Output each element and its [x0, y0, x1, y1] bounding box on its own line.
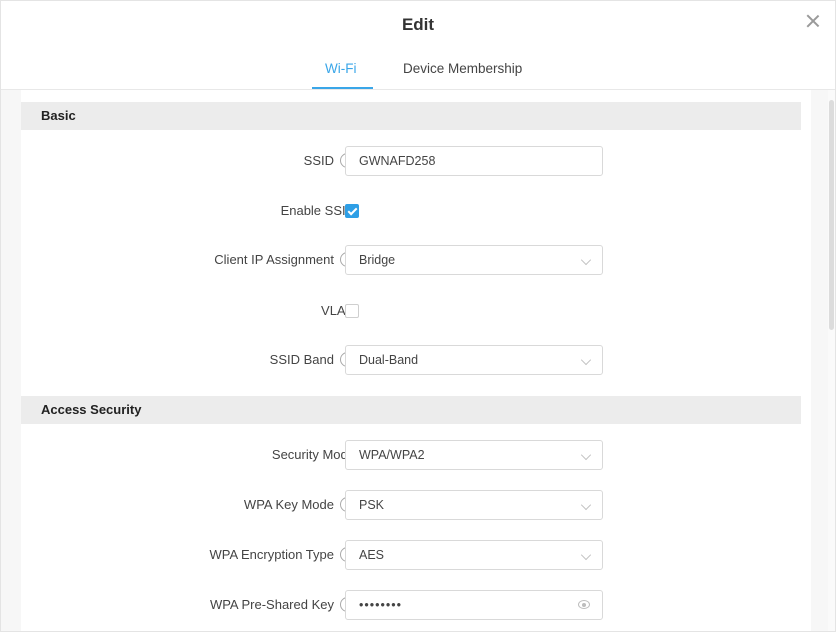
ssid-band-label: SSID Band?	[270, 345, 355, 375]
security-mode-row: Security Mode WPA/WPA2	[21, 440, 801, 470]
security-mode-value: WPA/WPA2	[359, 448, 425, 462]
wpa-encryption-type-row: WPA Encryption Type? AES	[21, 540, 801, 570]
tab-device-membership[interactable]: Device Membership	[403, 61, 522, 76]
chevron-down-icon	[580, 354, 592, 366]
scrollbar[interactable]	[828, 90, 835, 631]
security-mode-label: Security Mode	[271, 447, 355, 462]
wpa-encryption-type-select[interactable]: AES	[345, 540, 603, 570]
wpa-key-mode-row: WPA Key Mode? PSK	[21, 490, 801, 520]
client-ip-assignment-row: Client IP Assignment? Bridge	[21, 245, 801, 275]
wpa-pre-shared-key-input[interactable]: ••••••••	[345, 590, 603, 620]
wpa-pre-shared-key-label: WPA Pre-Shared Key?	[210, 590, 355, 620]
ssid-input[interactable]: GWNAFD258	[345, 146, 603, 176]
wpa-key-mode-value: PSK	[359, 498, 385, 512]
section-access-security: Access Security	[21, 396, 801, 424]
tab-bar: Wi-Fi Device Membership	[1, 53, 835, 89]
ssid-row: SSID? GWNAFD258	[21, 146, 801, 176]
wpa-pre-shared-key-row: WPA Pre-Shared Key? ••••••••	[21, 590, 801, 620]
scrollbar-thumb[interactable]	[829, 100, 834, 330]
eye-icon[interactable]	[578, 600, 590, 609]
chevron-down-icon	[580, 449, 592, 461]
wpa-pre-shared-key-value: ••••••••	[359, 598, 403, 612]
form-scroll-area: Basic SSID? GWNAFD258 Enable SSID Client…	[1, 90, 835, 631]
vlan-row: VLAN	[21, 296, 801, 326]
wpa-encryption-type-label: WPA Encryption Type?	[209, 540, 355, 570]
ssid-band-select[interactable]: Dual-Band	[345, 345, 603, 375]
dialog-title: Edit	[401, 15, 435, 34]
ssid-band-row: SSID Band? Dual-Band	[21, 345, 801, 375]
edit-dialog: Edit Wi-Fi Device Membership Basic SSID?…	[0, 0, 836, 632]
client-ip-assignment-select[interactable]: Bridge	[345, 245, 603, 275]
chevron-down-icon	[580, 549, 592, 561]
ssid-band-value: Dual-Band	[359, 353, 419, 367]
security-mode-select[interactable]: WPA/WPA2	[345, 440, 603, 470]
chevron-down-icon	[580, 499, 592, 511]
enable-ssid-checkbox[interactable]	[345, 204, 359, 218]
enable-ssid-label: Enable SSID	[280, 203, 355, 218]
tab-wifi[interactable]: Wi-Fi	[325, 61, 356, 76]
close-icon[interactable]	[805, 13, 821, 29]
wpa-key-mode-label: WPA Key Mode?	[244, 490, 355, 520]
wpa-key-mode-select[interactable]: PSK	[345, 490, 603, 520]
client-ip-assignment-value: Bridge	[359, 253, 396, 267]
vlan-checkbox[interactable]	[345, 304, 359, 318]
wpa-encryption-type-value: AES	[359, 548, 385, 562]
client-ip-assignment-label: Client IP Assignment?	[214, 245, 355, 275]
enable-ssid-row: Enable SSID	[21, 196, 801, 226]
chevron-down-icon	[580, 254, 592, 266]
section-basic: Basic	[21, 102, 801, 130]
